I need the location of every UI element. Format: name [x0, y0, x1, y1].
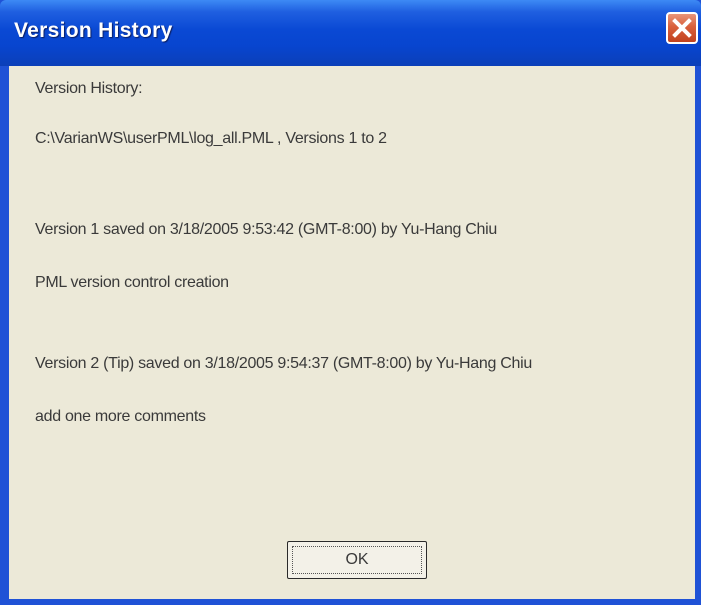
version-1-header: Version 1 saved on 3/18/2005 9:53:42 (GM… [35, 221, 497, 238]
title-bar[interactable]: Version History [0, 0, 701, 66]
dialog-content: Version History: C:\VarianWS\userPML\log… [9, 66, 695, 599]
window-title: Version History [14, 19, 173, 42]
ok-button-label: OK [292, 546, 422, 574]
version-1-comment: PML version control creation [35, 274, 229, 291]
version-history-heading: Version History: [35, 80, 143, 97]
file-path-line: C:\VarianWS\userPML\log_all.PML , Versio… [35, 130, 387, 147]
version-history-dialog: Version History Version History: C:\Vari… [0, 0, 701, 605]
ok-button[interactable]: OK [287, 541, 427, 579]
close-icon [672, 18, 692, 38]
version-2-comment: add one more comments [35, 408, 206, 425]
version-2-header: Version 2 (Tip) saved on 3/18/2005 9:54:… [35, 355, 532, 372]
close-button[interactable] [666, 12, 698, 44]
